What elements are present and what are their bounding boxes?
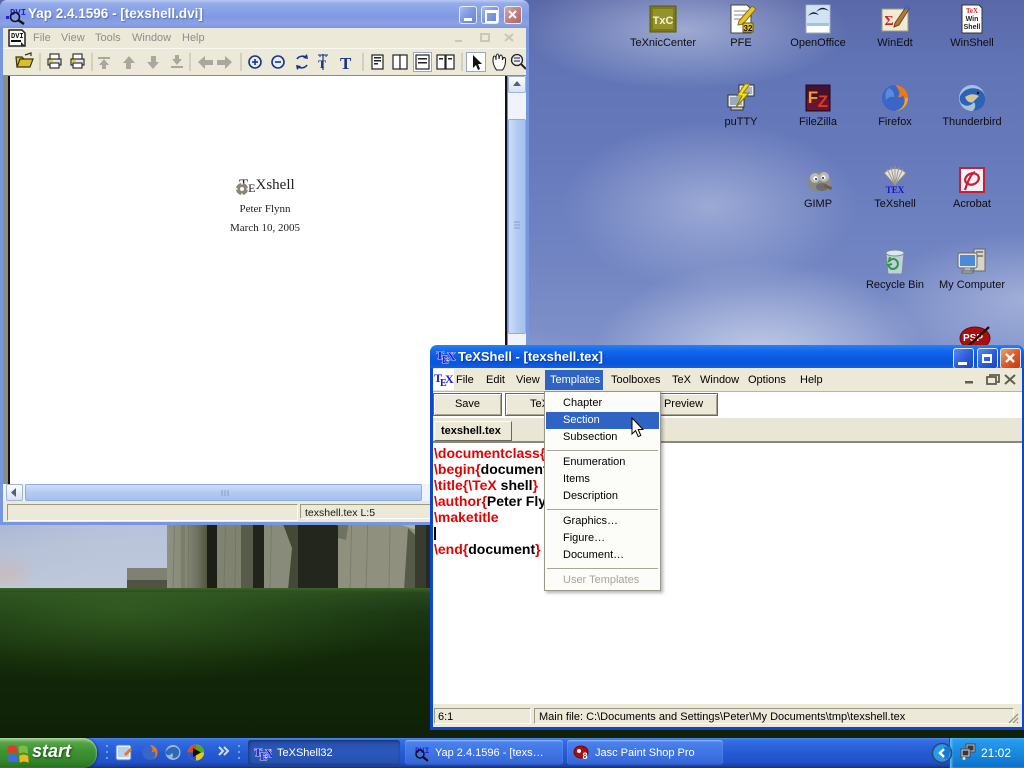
svg-text:T: T — [340, 54, 352, 73]
svg-text:TxC: TxC — [653, 15, 674, 27]
svg-text:X: X — [447, 349, 456, 363]
svg-text:TeX: TeX — [966, 7, 978, 15]
svg-text:F: F — [808, 88, 818, 107]
svg-text:32: 32 — [744, 24, 753, 33]
svg-text:X: X — [445, 372, 454, 386]
svg-text:Win: Win — [966, 16, 979, 23]
svg-text:T: T — [318, 57, 326, 71]
svg-text:Z: Z — [818, 92, 828, 111]
svg-text:TEX: TEX — [886, 185, 905, 195]
svg-text:Shell: Shell — [964, 24, 981, 31]
svg-text:DVI: DVI — [11, 33, 24, 41]
svg-text:Σ: Σ — [884, 14, 893, 29]
svg-text:X: X — [265, 746, 272, 760]
svg-text:8: 8 — [582, 751, 587, 761]
